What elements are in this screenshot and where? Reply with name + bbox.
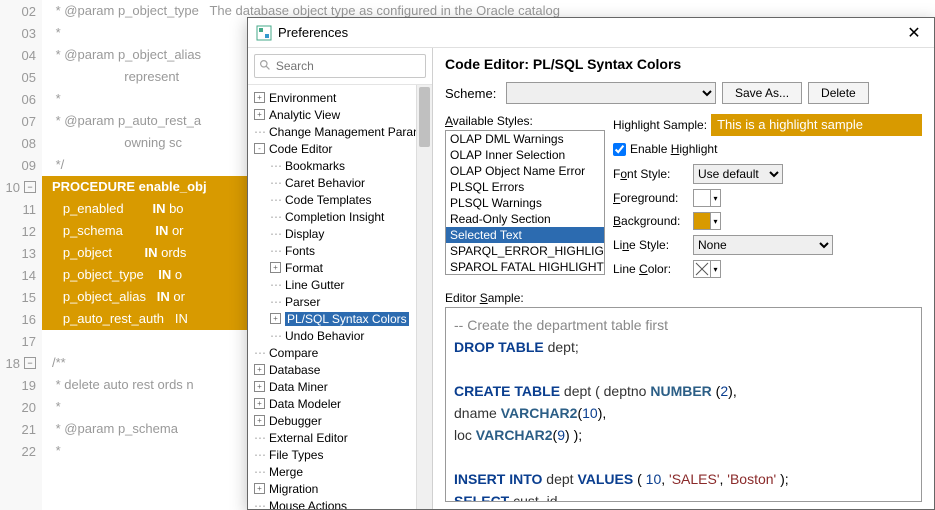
style-item[interactable]: PLSQL Warnings <box>446 195 604 211</box>
foreground-label: Foreground: <box>613 191 693 205</box>
tree-item[interactable]: ⋯External Editor <box>248 429 432 446</box>
scrollbar-thumb[interactable] <box>419 87 430 147</box>
tree-item[interactable]: ⋯Caret Behavior <box>248 174 432 191</box>
tree-item[interactable]: +Format <box>248 259 432 276</box>
dialog-title: Preferences <box>278 25 902 40</box>
tree-item[interactable]: ⋯Fonts <box>248 242 432 259</box>
line-style-select[interactable]: None <box>693 235 833 255</box>
line-gutter: 020304050607080910−1112131415161718−1920… <box>0 0 42 510</box>
style-item[interactable]: PLSQL Errors <box>446 179 604 195</box>
enable-highlight-checkbox[interactable] <box>613 143 626 156</box>
line-color-swatch[interactable]: ▾ <box>693 260 721 278</box>
background-label: Background: <box>613 214 693 228</box>
line-style-label: Line Style: <box>613 238 693 252</box>
dropdown-icon: ▾ <box>710 213 720 229</box>
preferences-dialog: Preferences ✕ +Environment+Analytic View… <box>247 17 935 510</box>
tree-item[interactable]: +Database <box>248 361 432 378</box>
search-icon <box>259 59 272 73</box>
tree-item[interactable]: ⋯Code Templates <box>248 191 432 208</box>
panel-title: Code Editor: PL/SQL Syntax Colors <box>445 56 922 72</box>
tree-item[interactable]: ⋯Compare <box>248 344 432 361</box>
style-item[interactable]: Read-Only Section <box>446 211 604 227</box>
tree-item[interactable]: +PL/SQL Syntax Colors <box>248 310 432 327</box>
search-input-wrap[interactable] <box>254 54 426 78</box>
tree-item[interactable]: ⋯Change Management Paran <box>248 123 432 140</box>
background-swatch[interactable]: ▾ <box>693 212 721 230</box>
delete-button[interactable]: Delete <box>808 82 869 104</box>
tree-item[interactable]: -Code Editor <box>248 140 432 157</box>
style-item[interactable]: OLAP DML Warnings <box>446 131 604 147</box>
line-color-label: Line Color: <box>613 262 693 276</box>
dropdown-icon: ▾ <box>710 190 720 206</box>
font-style-label: Font Style: <box>613 167 693 181</box>
tree-item[interactable]: +Migration <box>248 480 432 497</box>
styles-list[interactable]: OLAP DML WarningsOLAP Inner SelectionOLA… <box>445 130 605 275</box>
tree-item[interactable]: ⋯Display <box>248 225 432 242</box>
preferences-tree[interactable]: +Environment+Analytic View⋯Change Manage… <box>248 85 432 509</box>
editor-sample: -- Create the department table first DRO… <box>445 307 922 502</box>
nav-tree-pane: +Environment+Analytic View⋯Change Manage… <box>248 48 433 509</box>
tree-item[interactable]: ⋯Completion Insight <box>248 208 432 225</box>
editor-sample-label: Editor Sample: <box>445 291 922 305</box>
highlight-sample-label: Highlight Sample: <box>613 118 707 132</box>
close-button[interactable]: ✕ <box>902 21 926 45</box>
tree-item[interactable]: ⋯File Types <box>248 446 432 463</box>
style-item[interactable]: SPARQL_ERROR_HIGHLIGHT_ <box>446 243 604 259</box>
settings-panel: Code Editor: PL/SQL Syntax Colors Scheme… <box>433 48 934 509</box>
style-item[interactable]: OLAP Object Name Error <box>446 163 604 179</box>
tree-item[interactable]: ⋯Mouse Actions <box>248 497 432 509</box>
font-style-select[interactable]: Use default <box>693 164 783 184</box>
tree-item[interactable]: ⋯Parser <box>248 293 432 310</box>
style-item[interactable]: OLAP Inner Selection <box>446 147 604 163</box>
tree-item[interactable]: +Data Modeler <box>248 395 432 412</box>
tree-item[interactable]: ⋯Merge <box>248 463 432 480</box>
tree-scrollbar[interactable] <box>416 85 432 509</box>
scheme-select[interactable] <box>506 82 716 104</box>
tree-item[interactable]: +Environment <box>248 89 432 106</box>
available-styles-label: Available Styles: <box>445 114 605 128</box>
tree-item[interactable]: ⋯Bookmarks <box>248 157 432 174</box>
tree-item[interactable]: ⋯Line Gutter <box>248 276 432 293</box>
foreground-swatch[interactable]: ▾ <box>693 189 721 207</box>
save-as-button[interactable]: Save As... <box>722 82 802 104</box>
style-item[interactable]: SPAROL FATAL HIGHLIGHT S <box>446 259 604 275</box>
enable-highlight-label: Enable Highlight <box>630 142 717 156</box>
scheme-label: Scheme: <box>445 86 500 101</box>
tree-item[interactable]: +Debugger <box>248 412 432 429</box>
search-input[interactable] <box>272 57 421 75</box>
tree-item[interactable]: +Analytic View <box>248 106 432 123</box>
tree-item[interactable]: ⋯Undo Behavior <box>248 327 432 344</box>
preferences-icon <box>256 25 272 41</box>
dropdown-icon: ▾ <box>710 261 720 277</box>
tree-item[interactable]: +Data Miner <box>248 378 432 395</box>
style-item[interactable]: Selected Text <box>446 227 604 243</box>
highlight-sample: This is a highlight sample <box>711 114 922 136</box>
titlebar: Preferences ✕ <box>248 18 934 48</box>
